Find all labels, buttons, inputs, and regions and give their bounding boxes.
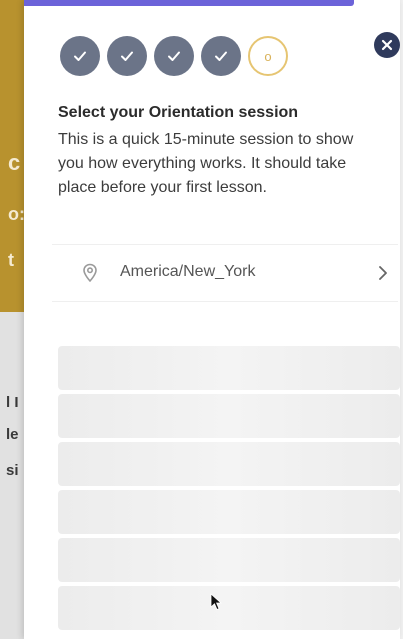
session-slot-placeholder (58, 442, 400, 486)
timezone-value: America/New_York (120, 263, 256, 280)
mouse-cursor-icon (210, 593, 222, 611)
modal-description: This is a quick 15-minute session to sho… (58, 131, 354, 196)
background-text: t (8, 250, 14, 270)
session-slots-list (58, 346, 400, 634)
session-slot-placeholder (58, 346, 400, 390)
session-slot-placeholder (58, 394, 400, 438)
check-icon (121, 51, 133, 61)
step-completed (60, 36, 100, 76)
close-icon (381, 39, 393, 51)
session-slot-placeholder (58, 586, 400, 630)
background-text: c (8, 150, 21, 175)
background-text: l I (6, 394, 19, 411)
background-text: o: (8, 204, 25, 224)
orientation-modal: o Select your Orientation session This i… (24, 0, 400, 639)
check-icon (74, 51, 86, 61)
check-icon (215, 51, 227, 61)
close-button[interactable] (374, 32, 400, 58)
step-current: o (248, 36, 288, 76)
step-current-label: o (264, 48, 272, 64)
step-indicator: o (60, 36, 288, 76)
timezone-selector[interactable]: America/New_York (52, 244, 398, 302)
chevron-right-icon (379, 266, 387, 280)
session-slot-placeholder (58, 490, 400, 534)
background-text: le (6, 426, 19, 443)
progress-accent-bar (24, 0, 354, 6)
check-icon (168, 51, 180, 61)
session-slot-placeholder (58, 538, 400, 582)
step-completed (107, 36, 147, 76)
background-text: si (6, 462, 19, 479)
location-pin-icon (83, 263, 97, 283)
step-completed (154, 36, 194, 76)
step-completed (201, 36, 241, 76)
modal-title: Select your Orientation session (58, 104, 299, 121)
